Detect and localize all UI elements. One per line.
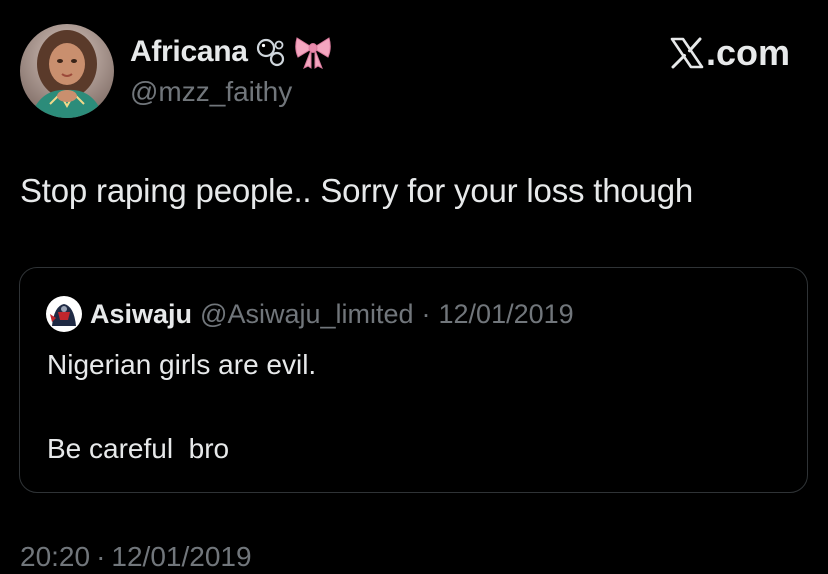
author-name-row: Africana	[130, 30, 332, 74]
ribbon-emoji-icon	[294, 35, 332, 70]
quoted-tweet-line-1: Nigerian girls are evil.	[47, 349, 317, 380]
quoted-separator: ·	[421, 298, 431, 329]
quoted-tweet-header: Asiwaju @Asiwaju_limited · 12/01/2019	[46, 296, 574, 332]
author-avatar[interactable]	[20, 24, 114, 118]
x-logo-text: .com	[705, 32, 790, 73]
quoted-date[interactable]: 12/01/2019	[439, 299, 574, 330]
tweet-text: Stop raping people.. Sorry for your loss…	[20, 172, 693, 209]
timestamp-separator: ·	[96, 541, 106, 572]
quoted-tweet-line-2: Be careful bro	[47, 433, 230, 464]
quoted-author-handle[interactable]: @Asiwaju_limited	[200, 299, 413, 330]
author-display-name[interactable]: Africana	[130, 35, 248, 69]
quoted-tweet-card[interactable]: Asiwaju @Asiwaju_limited · 12/01/2019 Ni…	[19, 267, 808, 493]
bubbles-emoji-icon	[256, 37, 286, 67]
x-com-logo[interactable]: .com	[670, 32, 790, 74]
quoted-author-avatar[interactable]	[46, 296, 82, 332]
quoted-author-name[interactable]: Asiwaju	[90, 299, 192, 330]
tweet-timestamp: 20:20 · 12/01/2019	[20, 541, 252, 573]
tweet-time[interactable]: 20:20	[20, 541, 90, 573]
tweet-date[interactable]: 12/01/2019	[111, 541, 251, 573]
author-handle[interactable]: @mzz_faithy	[130, 76, 292, 108]
x-logo-icon	[670, 37, 704, 69]
